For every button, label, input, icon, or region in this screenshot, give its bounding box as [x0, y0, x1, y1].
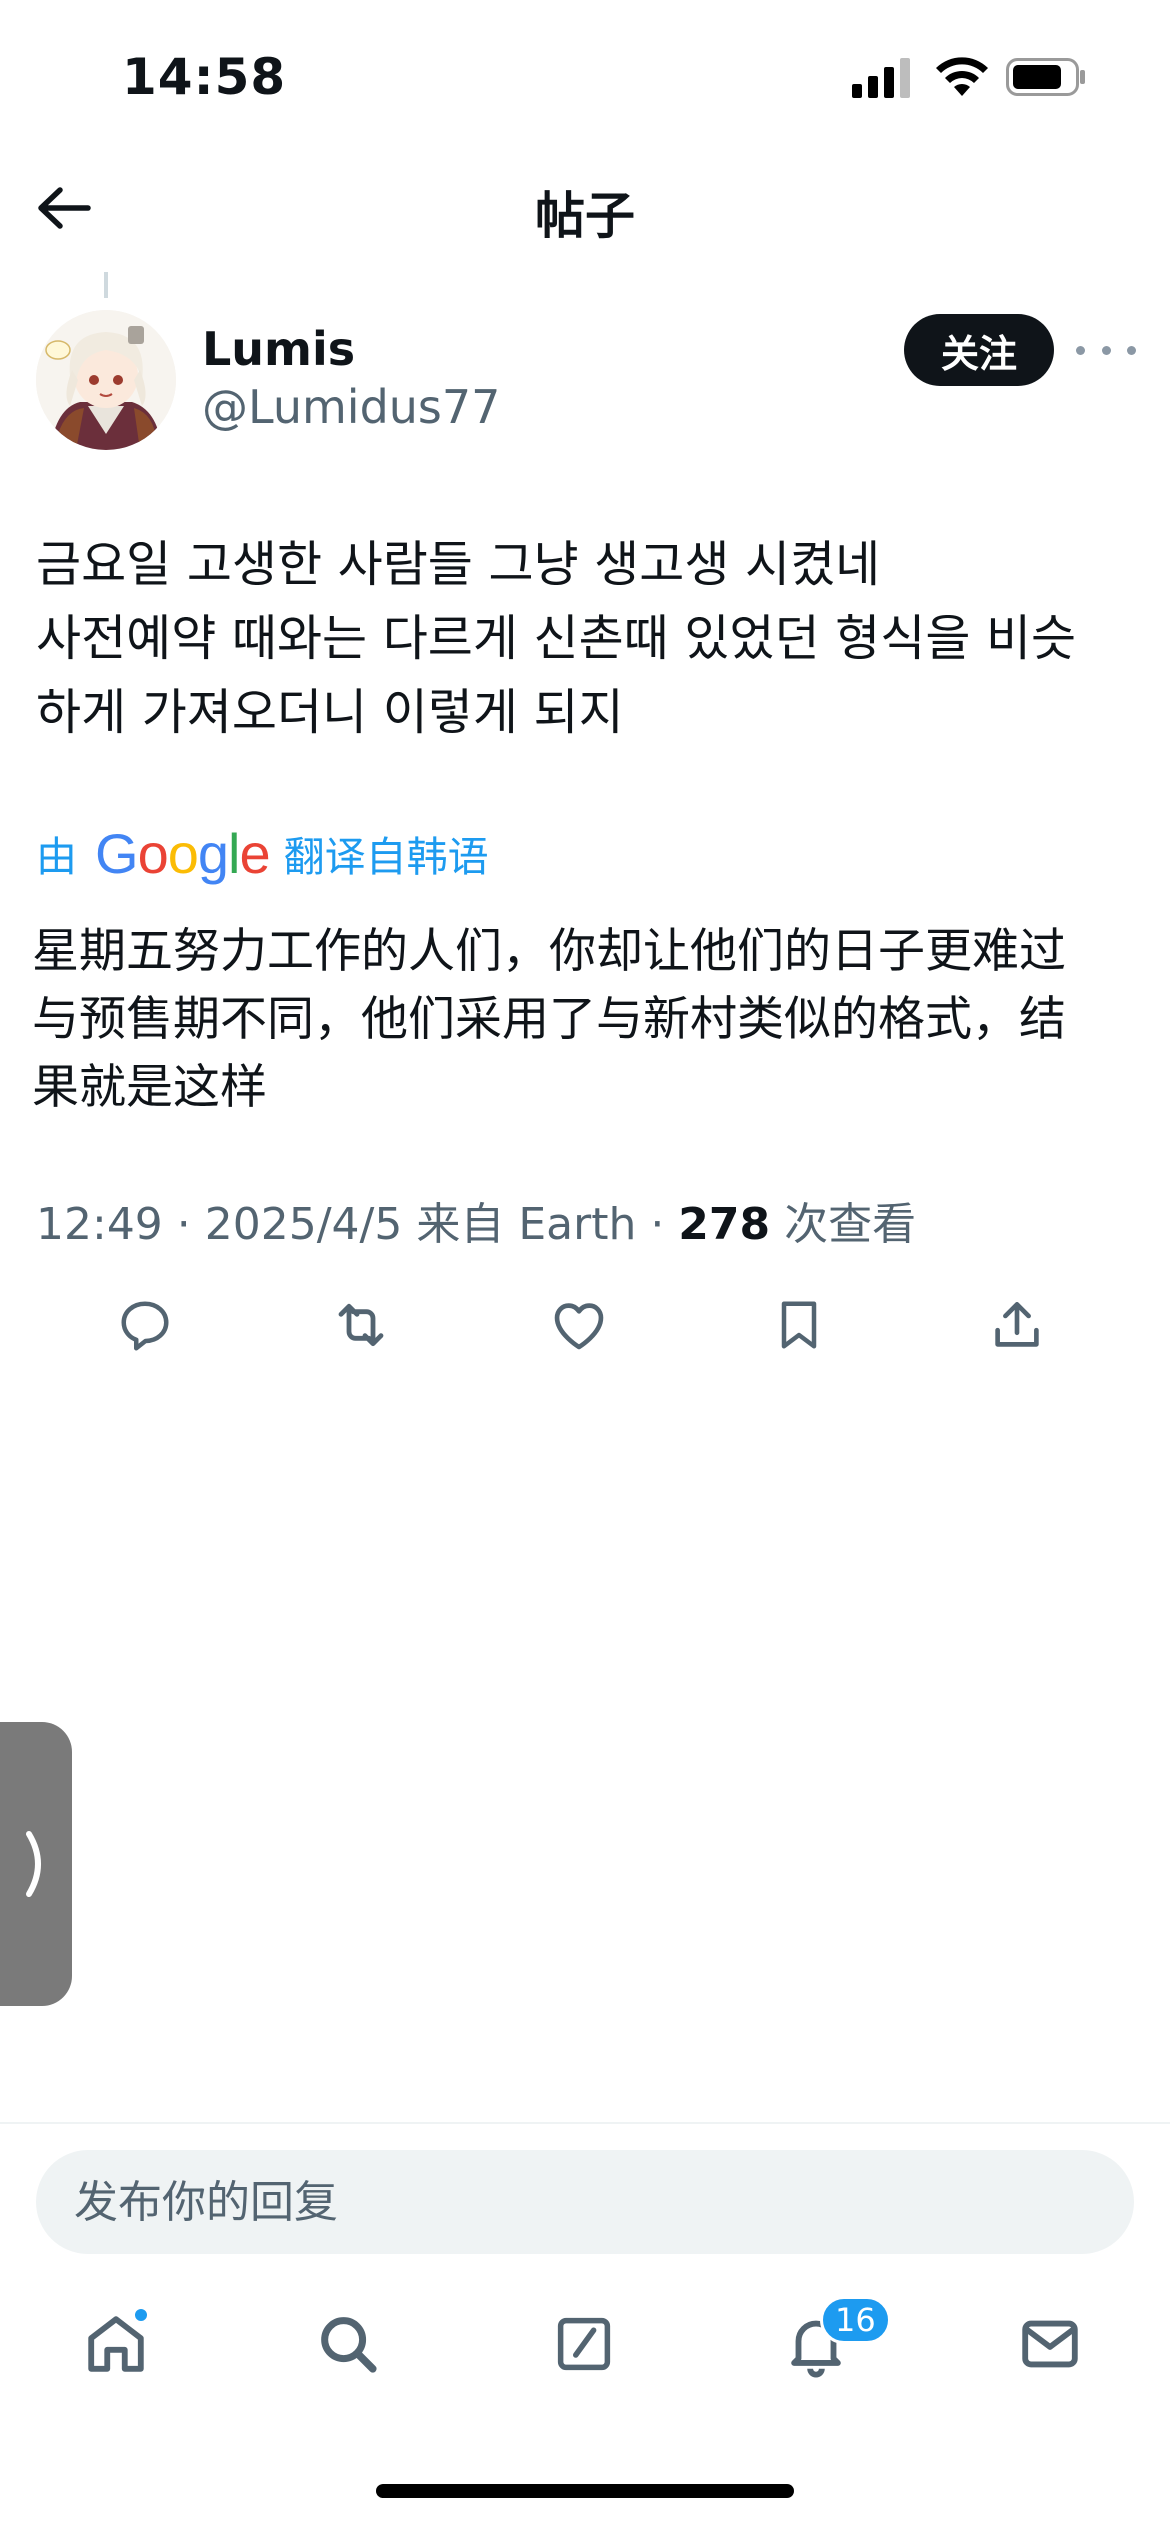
translated-text-line: 与预售期不同，他们采用了与新村类似的格式，结	[32, 992, 1066, 1047]
more-options-icon[interactable]	[1076, 330, 1136, 370]
bookmark-icon	[781, 1301, 817, 1349]
retweet-button[interactable]	[326, 1290, 396, 1360]
translated-text-line: 果就是这样	[32, 1060, 267, 1115]
back-arrow-icon	[38, 187, 91, 229]
side-drawer-handle[interactable]	[0, 1722, 72, 2006]
share-icon	[995, 1302, 1039, 1347]
like-icon	[554, 1303, 604, 1350]
thread-connector	[104, 272, 108, 298]
reply-icon	[121, 1301, 169, 1351]
view-count[interactable]: 278	[678, 1199, 770, 1250]
post-meta: 12:49 · 2025/4/5 来自 Earth · 278 次查看	[36, 1188, 916, 1252]
tab-search[interactable]	[310, 2306, 386, 2382]
compose-icon	[557, 2317, 611, 2371]
translate-prefix: 由	[36, 833, 77, 881]
wifi-icon	[936, 57, 988, 96]
translated-text: 星期五努力工作的人们，你却让他们的日子更难过 与预售期不同，他们采用了与新村类似…	[32, 918, 1142, 1122]
search-icon	[321, 2317, 377, 2373]
author-handle[interactable]: @Lumidus77	[202, 380, 500, 434]
post-text-line: 하게 가져오더니 이렇게 되지	[36, 684, 624, 741]
follow-button[interactable]: 关注	[904, 314, 1054, 386]
retweet-icon	[338, 1303, 384, 1347]
translated-text-line: 星期五努力工作的人们，你却让他们的日子更难过	[32, 924, 1066, 979]
divider	[0, 2122, 1170, 2124]
post-detail-screen: 14:58 帖子 Lumis @Lumidus77 关注 금요일 고생한 사람들…	[0, 0, 1170, 2532]
translation-attribution[interactable]: 由 Google 翻译自韩语	[36, 818, 489, 888]
google-logo: Google	[95, 821, 271, 885]
tab-compose[interactable]	[546, 2306, 622, 2382]
post-text-line: 금요일 고생한 사람들 그냥 생고생 시켰네	[36, 536, 881, 593]
share-button[interactable]	[982, 1290, 1052, 1360]
reply-input[interactable]	[36, 2150, 1134, 2254]
home-indicator	[376, 2484, 794, 2498]
author-name[interactable]: Lumis	[202, 322, 355, 376]
view-count-label: 次查看	[770, 1199, 917, 1250]
back-button[interactable]	[28, 178, 100, 238]
post-text-line: 사전예약 때와는 다르게 신촌때 있었던 형식을 비슷	[36, 610, 1077, 667]
status-time: 14:58	[122, 48, 287, 106]
notifications-badge: 16	[820, 2296, 891, 2344]
battery-icon	[1006, 58, 1085, 96]
post-text: 금요일 고생한 사람들 그냥 생고생 시켰네 사전예약 때와는 다르게 신촌때 …	[36, 528, 1136, 750]
like-button[interactable]	[544, 1290, 614, 1360]
reply-button[interactable]	[110, 1290, 180, 1360]
avatar-image	[36, 310, 176, 450]
tab-messages[interactable]	[1012, 2306, 1088, 2382]
translate-suffix: 翻译自韩语	[283, 833, 489, 881]
cellular-signal-icon	[852, 58, 910, 98]
post-timestamp: 12:49 · 2025/4/5 来自 Earth ·	[36, 1199, 679, 1250]
chevron-right-icon	[26, 1831, 41, 1897]
page-title: 帖子	[535, 187, 635, 245]
home-new-dot	[132, 2306, 150, 2324]
messages-icon	[1022, 2320, 1078, 2368]
avatar[interactable]	[36, 310, 176, 450]
bookmark-button[interactable]	[764, 1290, 834, 1360]
